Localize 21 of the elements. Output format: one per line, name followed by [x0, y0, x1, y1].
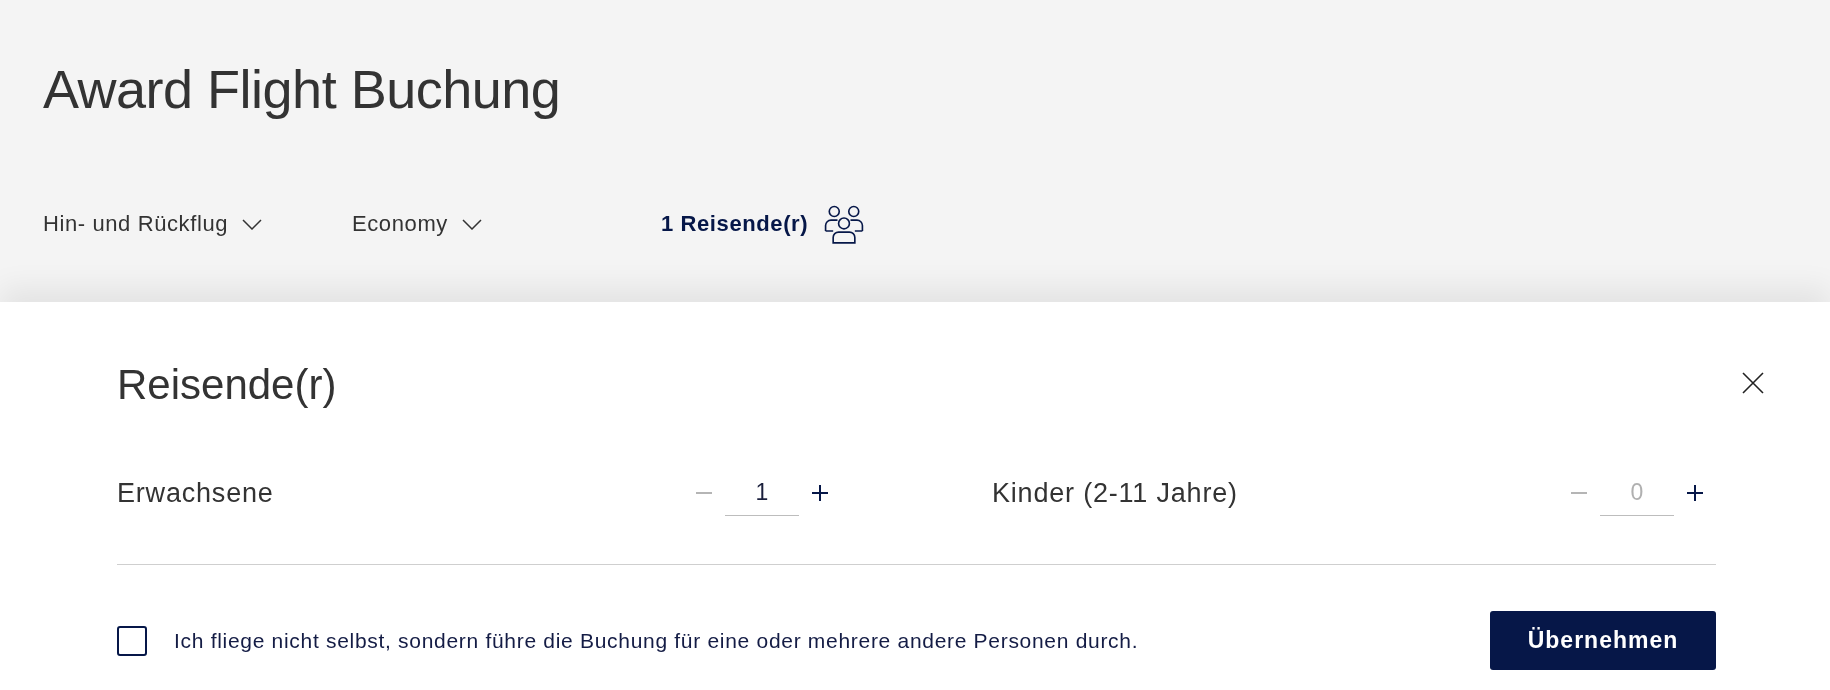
close-button[interactable]	[1741, 371, 1765, 395]
apply-button[interactable]: Übernehmen	[1490, 611, 1716, 670]
plus-icon	[1687, 485, 1703, 501]
minus-icon	[1571, 492, 1587, 494]
panel-title: Reisende(r)	[117, 360, 337, 410]
minus-icon	[696, 492, 712, 494]
checkbox[interactable]	[117, 625, 147, 656]
travelers-button[interactable]: 1 Reisende(r)	[661, 204, 867, 244]
chevron-down-icon	[461, 218, 482, 230]
checkbox-label: Ich fliege nicht selbst, sondern führe die Buchung für eine oder mehrere andere Personen durch.	[174, 628, 1139, 653]
page-title: Award Flight Buchung	[43, 58, 561, 121]
counter-label: Erwachsene	[117, 477, 274, 509]
close-icon	[1742, 372, 1764, 394]
count-field[interactable]: 1	[725, 470, 799, 516]
chevron-down-icon	[242, 218, 263, 230]
increase-button[interactable]	[1687, 485, 1703, 501]
dropdown-button[interactable]: Economy	[352, 204, 482, 244]
counter-label: Kinder (2-11 Jahre)	[992, 477, 1238, 509]
plus-icon	[812, 485, 828, 501]
increase-button[interactable]	[812, 485, 828, 501]
dropdown-button[interactable]: Hin- und Rückflug	[43, 204, 263, 244]
